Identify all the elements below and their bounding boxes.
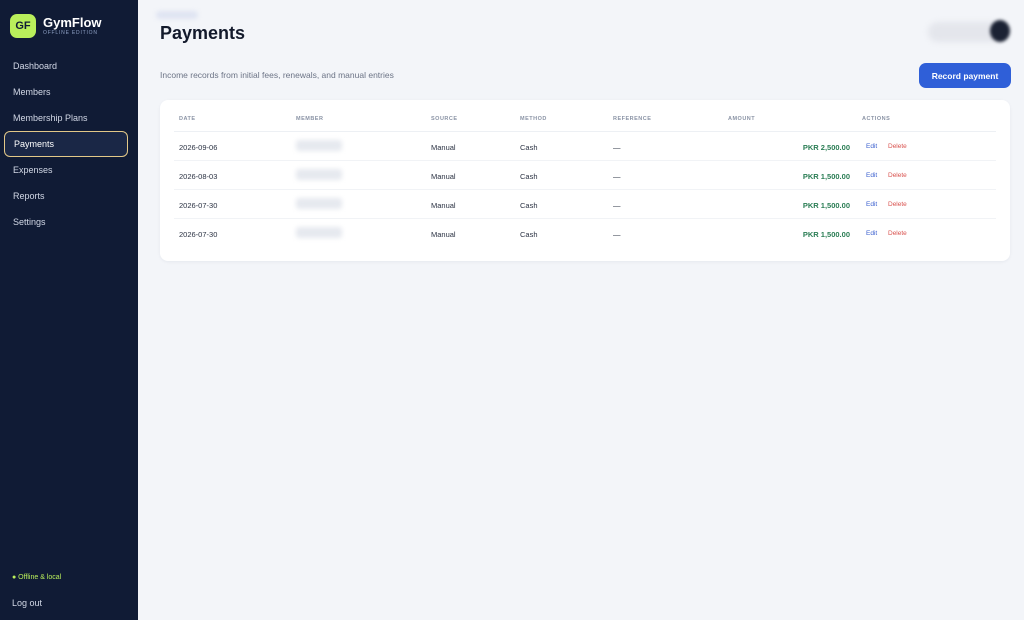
delete-button[interactable]: Delete [888, 143, 907, 150]
column-header-date: DATE [179, 116, 196, 122]
cell-amount: PKR 1,500.00 [802, 172, 850, 181]
sidebar-item-settings[interactable]: Settings [4, 209, 128, 235]
cell-reference: — [613, 172, 621, 181]
table-row: 2026-07-30 Manual Cash — PKR 1,500.00 Ed… [174, 190, 996, 219]
cell-reference: — [613, 230, 621, 239]
cell-method: Cash [520, 201, 538, 210]
cell-amount: PKR 2,500.00 [802, 143, 850, 152]
edit-button[interactable]: Edit [866, 143, 877, 150]
column-header-reference: REFERENCE [613, 116, 652, 122]
cell-method: Cash [520, 230, 538, 239]
cell-source: Manual [431, 201, 456, 210]
sidebar-item-expenses[interactable]: Expenses [4, 157, 128, 183]
gymflow-logo-icon: GF [10, 14, 36, 38]
cell-amount: PKR 1,500.00 [802, 201, 850, 210]
cell-date: 2026-09-06 [179, 143, 218, 152]
delete-button[interactable]: Delete [888, 230, 907, 237]
page-subtitle: Income records from initial fees, renewa… [160, 70, 394, 80]
cell-member[interactable] [296, 227, 342, 238]
sidebar-item-members[interactable]: Members [4, 79, 128, 105]
sidebar-item-dashboard[interactable]: Dashboard [4, 53, 128, 79]
cell-date: 2026-07-30 [179, 230, 218, 239]
breadcrumb [156, 11, 198, 19]
delete-button[interactable]: Delete [888, 172, 907, 179]
cell-reference: — [613, 201, 621, 210]
cell-member[interactable] [296, 198, 342, 209]
payments-table-card: DATE MEMBER SOURCE METHOD REFERENCE AMOU… [160, 100, 1010, 261]
cell-amount: PKR 1,500.00 [802, 230, 850, 239]
edit-button[interactable]: Edit [866, 172, 877, 179]
sidebar-item-membership-plans[interactable]: Membership Plans [4, 105, 128, 131]
cell-source: Manual [431, 172, 456, 181]
cell-source: Manual [431, 230, 456, 239]
cell-method: Cash [520, 172, 538, 181]
cell-member[interactable] [296, 169, 342, 180]
table-row: 2026-07-30 Manual Cash — PKR 1,500.00 Ed… [174, 219, 996, 248]
record-payment-button[interactable]: Record payment [919, 63, 1011, 88]
cell-reference: — [613, 143, 621, 152]
sidebar-nav: Dashboard Members Membership Plans Payme… [4, 53, 128, 235]
table-row: 2026-08-03 Manual Cash — PKR 1,500.00 Ed… [174, 161, 996, 190]
avatar[interactable] [990, 20, 1010, 42]
edit-button[interactable]: Edit [866, 201, 877, 208]
column-header-actions: ACTIONS [862, 116, 891, 122]
delete-button[interactable]: Delete [888, 201, 907, 208]
table-header: DATE MEMBER SOURCE METHOD REFERENCE AMOU… [174, 116, 996, 132]
sidebar: GF GymFlow OFFLINE EDITION Dashboard Mem… [0, 0, 138, 620]
cell-method: Cash [520, 143, 538, 152]
sidebar-item-payments[interactable]: Payments [4, 131, 128, 157]
cell-source: Manual [431, 143, 456, 152]
column-header-member: MEMBER [296, 116, 324, 122]
cell-member[interactable] [296, 140, 342, 151]
column-header-amount: AMOUNT [728, 116, 756, 122]
page-title: Payments [160, 23, 246, 43]
sidebar-item-reports[interactable]: Reports [4, 183, 128, 209]
column-header-source: SOURCE [431, 116, 458, 122]
column-header-method: METHOD [520, 116, 547, 122]
cell-date: 2026-08-03 [179, 172, 218, 181]
edit-button[interactable]: Edit [866, 230, 877, 237]
offline-status: ● Offline & local [12, 574, 62, 581]
logout-link[interactable]: Log out [12, 598, 42, 608]
brand-text: GymFlow OFFLINE EDITION [43, 14, 102, 37]
cell-date: 2026-07-30 [179, 201, 218, 210]
table-row: 2026-09-06 Manual Cash — PKR 2,500.00 Ed… [174, 132, 996, 161]
brand-edition: OFFLINE EDITION [43, 29, 98, 36]
brand-name: GymFlow [43, 14, 102, 30]
brand[interactable]: GF GymFlow OFFLINE EDITION [10, 14, 102, 38]
